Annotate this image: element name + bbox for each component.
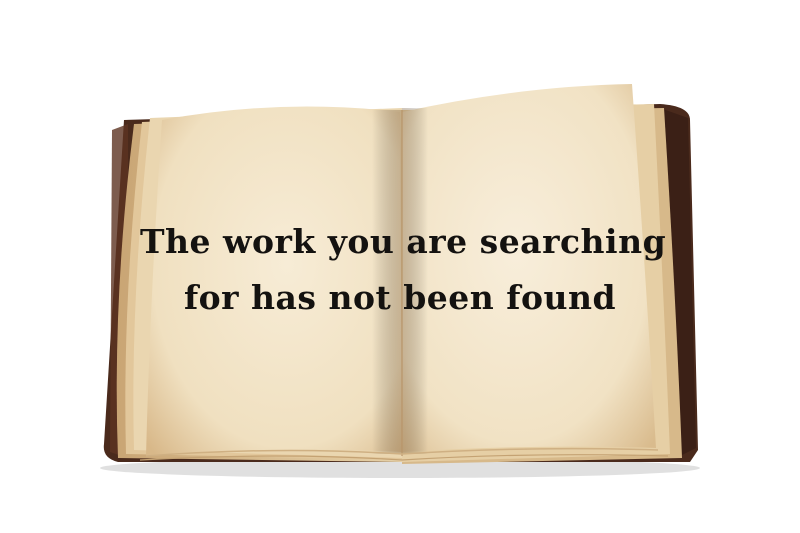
message-line-2: for has not been found	[183, 278, 617, 317]
message-line-1: The work you are searching	[140, 222, 667, 261]
not-found-scene: The work you are searching for has not b…	[0, 0, 800, 533]
not-found-message: The work you are searching for has not b…	[140, 214, 667, 326]
